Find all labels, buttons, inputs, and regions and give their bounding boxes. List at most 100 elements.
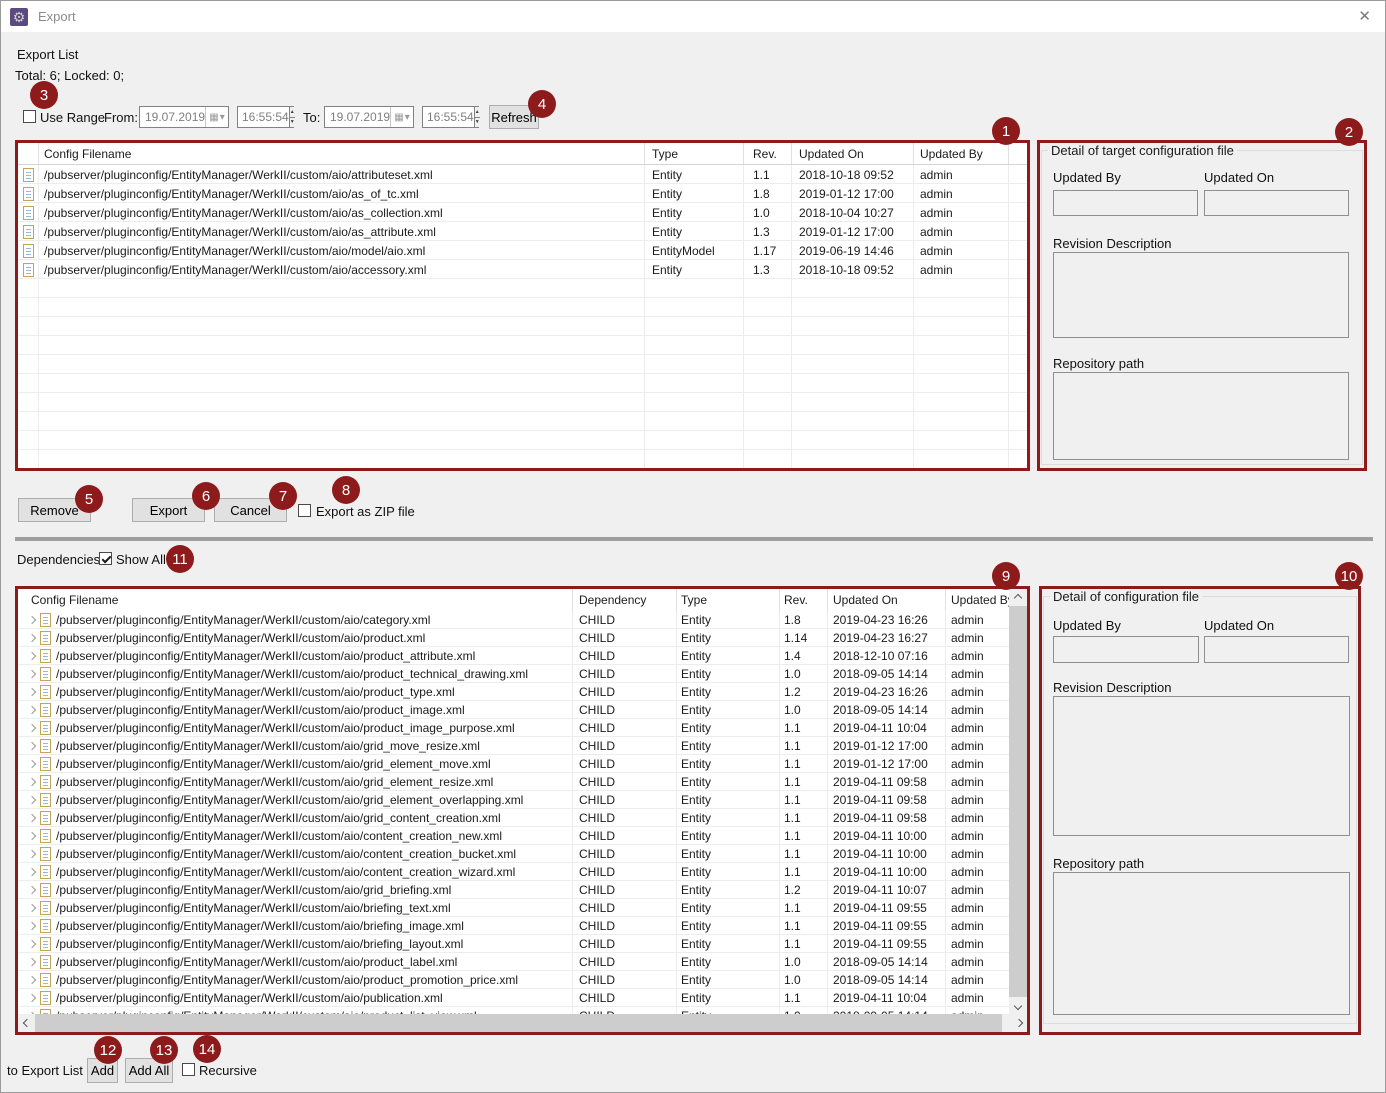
- dependency-table-row[interactable]: /pubserver/pluginconfig/EntityManager/We…: [18, 683, 1009, 701]
- dependency-table-row[interactable]: /pubserver/pluginconfig/EntityManager/We…: [18, 665, 1009, 683]
- use-range-checkbox-box[interactable]: [23, 110, 36, 123]
- dependency-table-row[interactable]: /pubserver/pluginconfig/EntityManager/We…: [18, 1007, 1009, 1014]
- export-table-row[interactable]: /pubserver/pluginconfig/EntityManager/We…: [18, 222, 1027, 241]
- dependency-table-row[interactable]: /pubserver/pluginconfig/EntityManager/We…: [18, 737, 1009, 755]
- dependency-table-row[interactable]: /pubserver/pluginconfig/EntityManager/We…: [18, 863, 1009, 881]
- updated-by-cell: admin: [946, 1007, 1009, 1014]
- dependency-table-row[interactable]: /pubserver/pluginconfig/EntityManager/We…: [18, 809, 1009, 827]
- show-all-checkbox[interactable]: [99, 552, 112, 570]
- empty-cell: [744, 298, 792, 317]
- use-range-checkbox[interactable]: [23, 110, 36, 128]
- config-filename-cell: /pubserver/pluginconfig/EntityManager/We…: [18, 701, 573, 719]
- scroll-up-icon[interactable]: [1009, 589, 1027, 606]
- vertical-scrollbar[interactable]: [1009, 589, 1027, 1014]
- dependency-table-header: Config Filename Dependency Type Rev. Upd…: [18, 589, 1009, 612]
- expand-chevron-icon[interactable]: [28, 742, 36, 750]
- recursive-checkbox-box[interactable]: [182, 1063, 195, 1076]
- dependency-table-row[interactable]: /pubserver/pluginconfig/EntityManager/We…: [18, 827, 1009, 845]
- dependency-table-row[interactable]: /pubserver/pluginconfig/EntityManager/We…: [18, 755, 1009, 773]
- header-type[interactable]: Type: [645, 143, 744, 164]
- dependency-table-row[interactable]: /pubserver/pluginconfig/EntityManager/We…: [18, 845, 1009, 863]
- header-config-filename[interactable]: Config Filename: [39, 143, 645, 164]
- dependency-table-row[interactable]: /pubserver/pluginconfig/EntityManager/We…: [18, 989, 1009, 1007]
- expand-chevron-icon[interactable]: [28, 976, 36, 984]
- export-table-row[interactable]: /pubserver/pluginconfig/EntityManager/We…: [18, 241, 1027, 260]
- expand-chevron-icon[interactable]: [28, 814, 36, 822]
- dependency-table-row[interactable]: /pubserver/pluginconfig/EntityManager/We…: [18, 953, 1009, 971]
- expand-chevron-icon[interactable]: [28, 760, 36, 768]
- from-time-input[interactable]: 16:55:54 ▲▼: [237, 106, 294, 128]
- to-time-spinner[interactable]: ▲▼: [474, 107, 480, 127]
- dependency-table-row[interactable]: /pubserver/pluginconfig/EntityManager/We…: [18, 647, 1009, 665]
- horizontal-scroll-thumb[interactable]: [35, 1014, 1002, 1032]
- expand-chevron-icon[interactable]: [28, 796, 36, 804]
- header-rev[interactable]: Rev.: [744, 143, 792, 164]
- expand-chevron-icon[interactable]: [28, 994, 36, 1002]
- zip-checkbox[interactable]: [298, 504, 311, 522]
- show-all-checkbox-box[interactable]: [99, 552, 112, 565]
- empty-table-row: [18, 336, 1027, 355]
- expand-chevron-icon[interactable]: [28, 688, 36, 696]
- expand-chevron-icon[interactable]: [28, 706, 36, 714]
- expand-chevron-icon[interactable]: [28, 868, 36, 876]
- export-table-row[interactable]: /pubserver/pluginconfig/EntityManager/We…: [18, 184, 1027, 203]
- dependency-table-row[interactable]: /pubserver/pluginconfig/EntityManager/We…: [18, 935, 1009, 953]
- spin-up-icon[interactable]: ▲: [475, 107, 480, 118]
- expand-chevron-icon[interactable]: [28, 886, 36, 894]
- header-updated-by[interactable]: Updated By: [946, 589, 1009, 611]
- header-type[interactable]: Type: [677, 589, 780, 611]
- expand-chevron-icon[interactable]: [28, 940, 36, 948]
- rev-cell: 1.1: [780, 917, 828, 935]
- to-date-input[interactable]: 19.07.2019 ▦▾: [324, 106, 414, 128]
- horizontal-scrollbar[interactable]: [18, 1014, 1027, 1032]
- expand-chevron-icon[interactable]: [28, 904, 36, 912]
- calendar-icon[interactable]: ▦▾: [390, 107, 413, 127]
- dependency-cell: CHILD: [573, 701, 677, 719]
- empty-cell: [1009, 393, 1027, 412]
- dependency-table-body: /pubserver/pluginconfig/EntityManager/We…: [18, 611, 1009, 1014]
- dependency-table-row[interactable]: /pubserver/pluginconfig/EntityManager/We…: [18, 917, 1009, 935]
- expand-chevron-icon[interactable]: [28, 652, 36, 660]
- header-updated-on[interactable]: Updated On: [792, 143, 914, 164]
- calendar-icon[interactable]: ▦▾: [205, 107, 228, 127]
- expand-chevron-icon[interactable]: [28, 850, 36, 858]
- from-date-input[interactable]: 19.07.2019 ▦▾: [139, 106, 229, 128]
- close-icon[interactable]: ✕: [1358, 7, 1371, 25]
- scroll-left-icon[interactable]: [18, 1014, 35, 1032]
- dependency-table-row[interactable]: /pubserver/pluginconfig/EntityManager/We…: [18, 899, 1009, 917]
- dependency-table-row[interactable]: /pubserver/pluginconfig/EntityManager/We…: [18, 719, 1009, 737]
- header-dependency[interactable]: Dependency: [573, 589, 677, 611]
- header-rev[interactable]: Rev.: [780, 589, 828, 611]
- header-updated-on[interactable]: Updated On: [828, 589, 946, 611]
- export-table-row[interactable]: /pubserver/pluginconfig/EntityManager/We…: [18, 260, 1027, 279]
- export-table-row[interactable]: /pubserver/pluginconfig/EntityManager/We…: [18, 203, 1027, 222]
- dependency-table-row[interactable]: /pubserver/pluginconfig/EntityManager/We…: [18, 611, 1009, 629]
- spin-down-icon[interactable]: ▼: [475, 118, 480, 128]
- scroll-down-icon[interactable]: [1009, 997, 1027, 1014]
- scroll-right-icon[interactable]: [1010, 1014, 1027, 1032]
- dependency-table-row[interactable]: /pubserver/pluginconfig/EntityManager/We…: [18, 773, 1009, 791]
- spin-down-icon[interactable]: ▼: [290, 118, 295, 128]
- expand-chevron-icon[interactable]: [28, 634, 36, 642]
- export-table-row[interactable]: /pubserver/pluginconfig/EntityManager/We…: [18, 165, 1027, 184]
- dependency-table-row[interactable]: /pubserver/pluginconfig/EntityManager/We…: [18, 881, 1009, 899]
- expand-chevron-icon[interactable]: [28, 670, 36, 678]
- header-config-filename[interactable]: Config Filename: [18, 589, 573, 611]
- expand-chevron-icon[interactable]: [28, 922, 36, 930]
- from-time-spinner[interactable]: ▲▼: [289, 107, 295, 127]
- expand-chevron-icon[interactable]: [28, 778, 36, 786]
- expand-chevron-icon[interactable]: [28, 724, 36, 732]
- recursive-checkbox[interactable]: [182, 1063, 195, 1081]
- expand-chevron-icon[interactable]: [28, 616, 36, 624]
- vertical-scroll-thumb[interactable]: [1009, 606, 1027, 997]
- dependency-table-row[interactable]: /pubserver/pluginconfig/EntityManager/We…: [18, 971, 1009, 989]
- header-updated-by[interactable]: Updated By: [914, 143, 1009, 164]
- spin-up-icon[interactable]: ▲: [290, 107, 295, 118]
- dependency-table-row[interactable]: /pubserver/pluginconfig/EntityManager/We…: [18, 701, 1009, 719]
- zip-checkbox-box[interactable]: [298, 504, 311, 517]
- to-time-input[interactable]: 16:55:54 ▲▼: [422, 106, 479, 128]
- dependency-table-row[interactable]: /pubserver/pluginconfig/EntityManager/We…: [18, 629, 1009, 647]
- dependency-table-row[interactable]: /pubserver/pluginconfig/EntityManager/We…: [18, 791, 1009, 809]
- expand-chevron-icon[interactable]: [28, 958, 36, 966]
- expand-chevron-icon[interactable]: [28, 832, 36, 840]
